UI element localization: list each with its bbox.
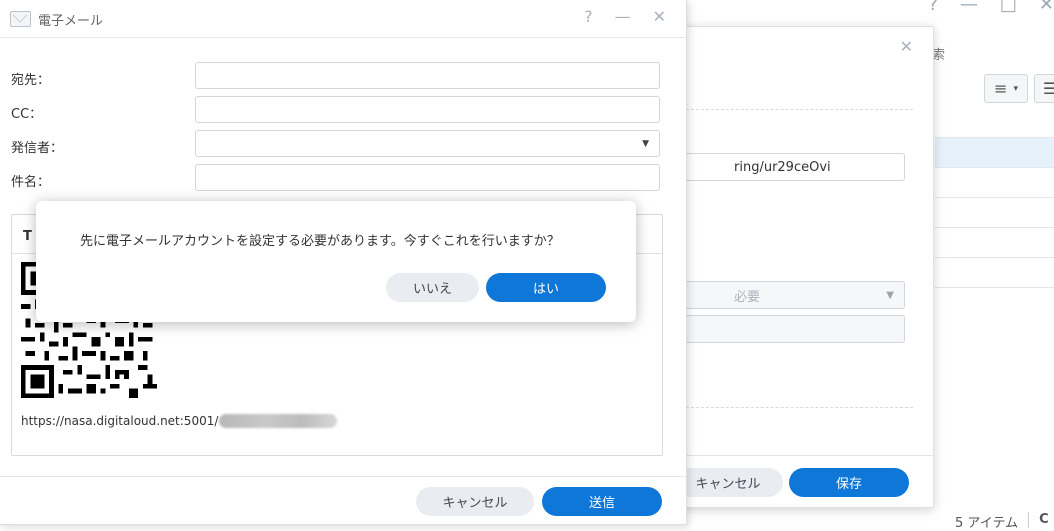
status-bar: 5 アイテム C <box>955 512 1049 531</box>
to-field[interactable] <box>195 62 660 89</box>
to-label: 宛先： <box>11 73 51 88</box>
status-trailing: C <box>1039 512 1049 527</box>
list-view-button[interactable]: ≡ ▾ <box>984 74 1028 103</box>
chevron-down-icon: ▼ <box>642 139 649 149</box>
minimize-icon[interactable]: — <box>960 0 978 18</box>
view-toolbar: ≡ ▾ ☰ <box>984 74 1054 103</box>
subject-label: 件名： <box>11 175 51 190</box>
chevron-down-icon: ▼ <box>886 289 894 301</box>
list-item[interactable] <box>935 228 1054 258</box>
cc-label: CC： <box>11 107 43 122</box>
yes-button[interactable]: はい <box>486 273 606 302</box>
share-link-field[interactable]: ring/ur29ceOvi <box>673 153 905 181</box>
disabled-field <box>673 315 905 343</box>
cancel-button[interactable]: キャンセル <box>673 468 783 497</box>
background-window-controls: ? — □ ✕ <box>928 0 1054 18</box>
share-url-text: https://nasa.digitaloud.net:5001/ <box>21 414 219 428</box>
cc-field[interactable] <box>195 96 660 123</box>
share-url: https://nasa.digitaloud.net:5001/ <box>21 414 338 428</box>
close-icon[interactable]: ✕ <box>900 37 913 56</box>
list-item[interactable] <box>935 198 1054 228</box>
help-icon[interactable]: ? <box>584 7 593 26</box>
save-button[interactable]: 保存 <box>789 468 909 497</box>
select-placeholder: 必要 <box>734 289 761 305</box>
list-item[interactable] <box>935 108 1054 138</box>
sender-select[interactable]: ▼ <box>195 130 660 157</box>
confirm-message: 先に電子メールアカウントを設定する必要があります。今すぐこれを行いますか？ <box>80 234 560 249</box>
close-icon[interactable]: ✕ <box>653 7 666 26</box>
list-item[interactable] <box>935 168 1054 198</box>
sort-icon: ☰ <box>1042 79 1054 98</box>
subject-field[interactable] <box>195 164 660 191</box>
divider <box>681 407 913 408</box>
help-icon[interactable]: ? <box>928 0 938 18</box>
maximize-icon[interactable]: □ <box>1000 0 1017 18</box>
list-icon: ≡ <box>994 79 1008 98</box>
dialog-title: 電子メール <box>38 14 104 29</box>
no-button[interactable]: いいえ <box>386 273 479 302</box>
text-format-button[interactable]: T <box>23 229 32 244</box>
sort-button[interactable]: ☰ <box>1034 74 1054 103</box>
permission-select[interactable]: 必要 ▼ <box>673 281 905 309</box>
share-link-text: ring/ur29ceOvi <box>734 159 831 175</box>
chevron-down-icon: ▾ <box>1013 83 1018 94</box>
redacted-segment <box>219 414 338 428</box>
divider <box>681 109 913 110</box>
file-list <box>935 108 1054 288</box>
window-controls: ? — ✕ <box>584 7 666 26</box>
send-button[interactable]: 送信 <box>542 487 662 516</box>
cancel-button[interactable]: キャンセル <box>416 487 534 516</box>
list-item[interactable] <box>935 258 1054 288</box>
divider <box>1028 512 1030 528</box>
close-icon[interactable]: ✕ <box>1039 0 1054 18</box>
list-item[interactable] <box>935 138 1054 168</box>
minimize-icon[interactable]: — <box>615 7 631 26</box>
sender-label: 発信者： <box>11 141 64 156</box>
confirm-dialog: 先に電子メールアカウントを設定する必要があります。今すぐこれを行いますか？ いい… <box>36 201 636 322</box>
item-count: 5 アイテム <box>955 516 1019 531</box>
mail-icon <box>10 11 31 27</box>
title-bar: 電子メール ? — ✕ <box>0 0 686 38</box>
divider <box>0 476 686 477</box>
